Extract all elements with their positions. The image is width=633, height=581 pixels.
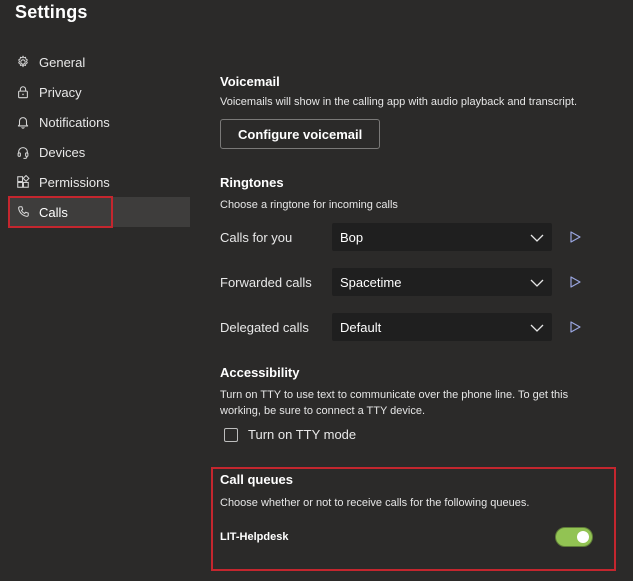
sidebar-nav: General Privacy Notifications Devices Pe…	[8, 47, 190, 228]
accessibility-section: Accessibility Turn on TTY to use text to…	[220, 365, 625, 442]
chevron-down-icon	[530, 230, 544, 245]
play-icon[interactable]	[568, 275, 582, 289]
voicemail-heading: Voicemail	[220, 74, 280, 89]
chevron-down-icon	[530, 320, 544, 335]
call-queues-highlight-box	[211, 467, 616, 571]
ringtone-label: Forwarded calls	[220, 274, 312, 290]
settings-window: Settings General Privacy Notifications D…	[0, 0, 633, 581]
sidebar-item-label: Calls	[39, 204, 68, 220]
sidebar-item-general[interactable]: General	[8, 47, 190, 77]
ringtones-heading: Ringtones	[220, 175, 284, 190]
play-icon[interactable]	[568, 230, 582, 244]
sidebar-item-notifications[interactable]: Notifications	[8, 107, 190, 137]
select-value: Spacetime	[340, 274, 402, 290]
ringtone-row-delegated-calls: Delegated calls Default	[220, 312, 600, 342]
sidebar-item-label: Permissions	[39, 174, 110, 190]
accessibility-description-line1: Turn on TTY to use text to communicate o…	[220, 389, 569, 401]
bell-icon	[15, 114, 31, 130]
ringtone-label: Calls for you	[220, 229, 293, 245]
configure-voicemail-button[interactable]: Configure voicemail	[220, 119, 381, 149]
accessibility-heading: Accessibility	[220, 365, 300, 380]
phone-icon	[15, 204, 31, 220]
ringtone-select-forwarded-calls[interactable]: Spacetime	[332, 268, 552, 296]
accessibility-description-line2: working, be sure to connect a TTY device…	[220, 405, 426, 417]
sidebar-item-label: General	[39, 54, 86, 70]
tty-mode-label: Turn on TTY mode	[248, 427, 357, 442]
tty-mode-row[interactable]: Turn on TTY mode	[224, 427, 625, 442]
play-icon[interactable]	[568, 320, 582, 334]
page-title: Settings	[15, 2, 88, 22]
ringtone-row-forwarded-calls: Forwarded calls Spacetime	[220, 267, 600, 297]
tty-mode-checkbox[interactable]	[224, 427, 238, 442]
sidebar-item-devices[interactable]: Devices	[8, 137, 190, 167]
chevron-down-icon	[530, 275, 544, 290]
apps-icon	[15, 174, 31, 190]
select-value: Bop	[340, 229, 364, 245]
voicemail-description: Voicemails will show in the calling app …	[220, 96, 578, 108]
sidebar-item-calls[interactable]: Calls	[8, 196, 190, 228]
gear-icon	[15, 54, 31, 70]
ringtone-label: Delegated calls	[220, 319, 309, 335]
voicemail-section: Voicemail Voicemails will show in the ca…	[220, 74, 577, 149]
ringtones-section: Ringtones Choose a ringtone for incoming…	[220, 175, 620, 213]
sidebar-item-privacy[interactable]: Privacy	[8, 77, 190, 107]
ringtone-select-delegated-calls[interactable]: Default	[332, 313, 552, 341]
headset-icon	[15, 144, 31, 160]
sidebar-item-label: Devices	[39, 144, 86, 160]
ringtone-select-calls-for-you[interactable]: Bop	[332, 223, 552, 251]
sidebar-item-permissions[interactable]: Permissions	[8, 167, 190, 197]
sidebar-item-label: Notifications	[39, 114, 110, 130]
ringtone-row-calls-for-you: Calls for you Bop	[220, 222, 600, 252]
select-value: Default	[340, 319, 382, 335]
ringtones-description: Choose a ringtone for incoming calls	[220, 199, 398, 211]
sidebar-item-label: Privacy	[39, 84, 82, 100]
lock-icon	[15, 84, 31, 100]
